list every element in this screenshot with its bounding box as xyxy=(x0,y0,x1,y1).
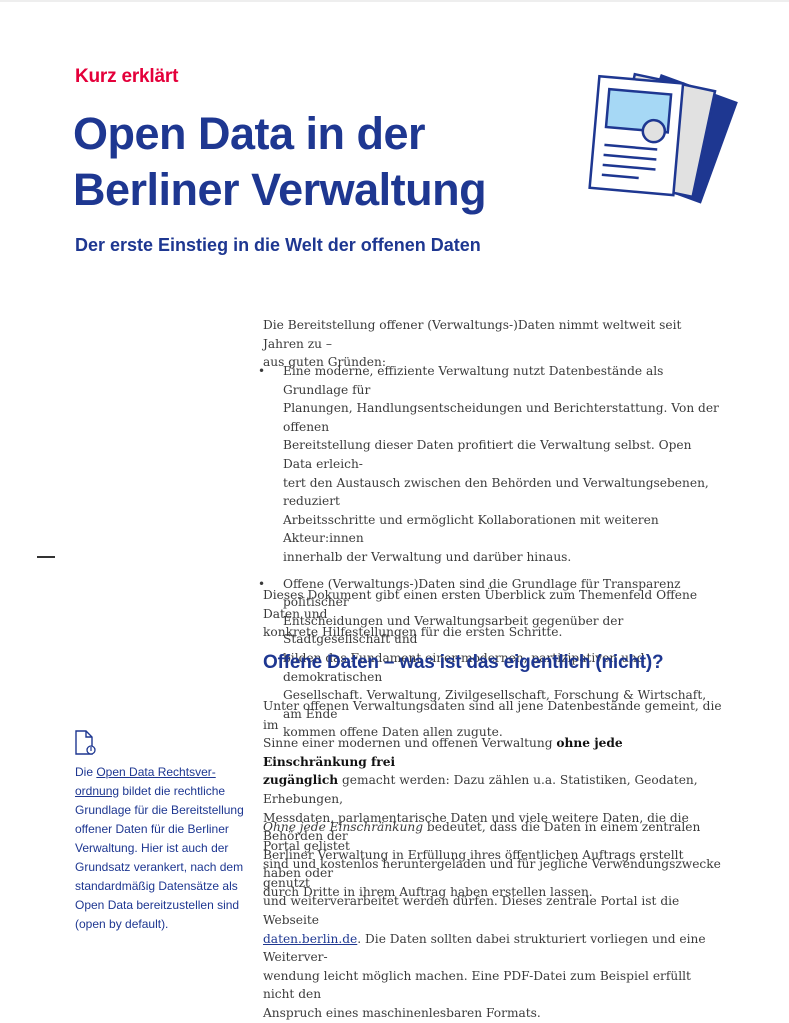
sidebar-note: Die Open Data Rechtsver- ordnung bildet … xyxy=(75,765,244,931)
kicker: Kurz erklärt xyxy=(75,66,179,87)
italic-term: Ohne jede Einschränkung xyxy=(263,820,424,834)
title-line-2: Berliner Verwaltung xyxy=(73,164,487,215)
top-rule xyxy=(0,0,789,2)
bullet-marker: • xyxy=(258,364,266,378)
emphasis-text: zugänglich xyxy=(263,773,339,788)
page-subtitle: Der erste Einstieg in die Welt der offen… xyxy=(75,235,481,255)
section-heading: Offene Daten – was ist das eigentlich (n… xyxy=(263,652,664,673)
bullet-list: • Eine moderne, effiziente Verwaltung nu… xyxy=(258,362,723,750)
regulation-link[interactable]: Open Data Rechtsver- xyxy=(96,765,215,779)
list-item: • Eine moderne, effiziente Verwaltung nu… xyxy=(258,364,719,564)
document-link-icon xyxy=(75,730,96,755)
document-stack-icon xyxy=(588,72,738,204)
regulation-link-continued[interactable]: ordnung xyxy=(75,784,119,798)
page-title: Open Data in der Berliner Verwaltung xyxy=(73,106,593,218)
explanation-paragraph: Ohne jede Einschränkung bedeutet, dass d… xyxy=(263,820,721,1020)
closing-paragraph: Dieses Dokument gibt einen ersten Überbl… xyxy=(263,588,698,640)
portal-link[interactable]: daten.berlin.de xyxy=(263,932,357,946)
margin-marker xyxy=(37,556,55,558)
title-line-1: Open Data in der xyxy=(73,108,426,159)
